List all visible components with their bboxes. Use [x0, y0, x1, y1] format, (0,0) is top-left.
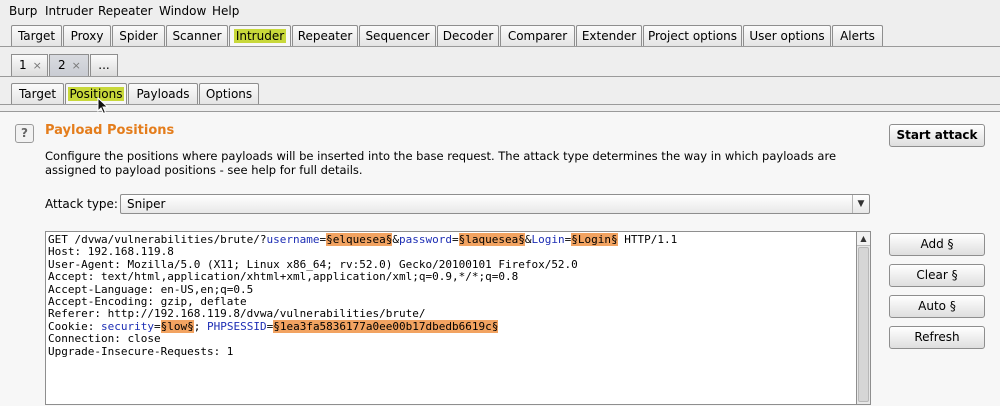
tab-user-options[interactable]: User options: [743, 25, 831, 46]
tab-row-divider: [0, 46, 1000, 47]
request-editor[interactable]: GET /dvwa/vulnerabilities/brute/?usernam…: [45, 231, 857, 405]
instance-row-divider: [0, 76, 1000, 77]
tab-label: Sequencer: [365, 29, 430, 43]
tab-label: Alerts: [840, 29, 875, 43]
refresh-button[interactable]: Refresh: [889, 326, 985, 349]
tab-label: Intruder: [233, 29, 287, 43]
tab-target[interactable]: Target: [11, 25, 62, 46]
payload-marker: §elquesea§: [326, 233, 393, 246]
payload-marker: §low§: [160, 319, 194, 333]
param-name: security: [100, 319, 154, 333]
header-line: Host: 192.168.119.8: [48, 245, 174, 259]
clear-markers-button[interactable]: Clear §: [889, 264, 985, 287]
param-separator: ;: [193, 319, 207, 333]
chevron-down-icon[interactable]: ▼: [852, 195, 869, 213]
request-path: GET /dvwa/vulnerabilities/brute/?: [48, 233, 267, 246]
close-icon[interactable]: ×: [72, 59, 81, 72]
tab-project-options[interactable]: Project options: [643, 25, 742, 46]
header-line: Connection: close: [48, 332, 161, 346]
tab-comparer[interactable]: Comparer: [500, 25, 575, 46]
scrollbar-thumb[interactable]: [858, 247, 869, 402]
attack-type-label: Attack type:: [45, 197, 118, 211]
equals-sign: =: [452, 233, 459, 246]
payload-marker: §laquesea§: [458, 233, 525, 246]
new-tab-button[interactable]: ...: [90, 54, 118, 76]
header-line: Upgrade-Insecure-Requests: 1: [48, 344, 234, 358]
tab-label: Extender: [581, 29, 637, 43]
tab-spider[interactable]: Spider: [112, 25, 165, 46]
tab-label: Scanner: [172, 29, 222, 43]
menu-intruder[interactable]: Intruder: [45, 4, 93, 18]
param-name: Login: [531, 233, 565, 246]
tab-label: Comparer: [507, 29, 568, 43]
section-title: Payload Positions: [45, 123, 175, 138]
subtab-payloads[interactable]: Payloads: [128, 83, 198, 104]
section-description: Configure the positions where payloads w…: [45, 149, 837, 177]
tab-intruder[interactable]: Intruder: [229, 25, 291, 46]
tab-label: Project options: [647, 29, 738, 43]
tab-scanner[interactable]: Scanner: [166, 25, 228, 46]
attack-type-select[interactable]: Sniper ▼: [120, 194, 870, 214]
subtab-row-divider: [0, 104, 1000, 105]
start-attack-button[interactable]: Start attack: [889, 124, 985, 147]
scroll-up-icon[interactable]: ▲: [857, 232, 870, 246]
param-name: password: [399, 233, 452, 246]
tab-label: Repeater: [297, 29, 353, 43]
tab-label: Decoder: [442, 29, 494, 43]
menu-burp[interactable]: Burp: [9, 4, 37, 18]
tab-decoder[interactable]: Decoder: [437, 25, 499, 46]
param-name: PHPSESSID: [206, 319, 267, 333]
header-line: Accept: text/html,application/xhtml+xml,…: [48, 270, 519, 284]
tab-label: Positions: [67, 87, 125, 101]
close-icon[interactable]: ×: [33, 59, 42, 72]
tab-label: User options: [749, 29, 825, 43]
menu-help[interactable]: Help: [212, 4, 239, 18]
tab-label: Target: [18, 87, 57, 101]
request-text: GET /dvwa/vulnerabilities/brute/?usernam…: [48, 233, 678, 358]
instance-tab-label: 2: [58, 58, 66, 72]
auto-markers-button[interactable]: Auto §: [889, 295, 985, 318]
mouse-cursor-icon: [97, 97, 109, 115]
tab-alerts[interactable]: Alerts: [832, 25, 883, 46]
new-tab-label: ...: [98, 58, 110, 72]
tab-label: Proxy: [70, 29, 104, 43]
equals-sign: =: [153, 319, 161, 333]
cookie-prefix: Cookie:: [48, 319, 101, 333]
subtab-positions[interactable]: Positions: [65, 83, 127, 104]
tab-label: Options: [205, 87, 253, 101]
instance-tab-2[interactable]: 2 ×: [49, 54, 89, 76]
menu-repeater[interactable]: Repeater: [98, 4, 153, 18]
http-version: HTTP/1.1: [617, 233, 678, 246]
help-icon[interactable]: ?: [15, 124, 34, 143]
payload-marker: §Login§: [571, 233, 618, 246]
subtab-target[interactable]: Target: [11, 83, 64, 104]
add-marker-button[interactable]: Add §: [889, 233, 985, 256]
param-name: username: [266, 233, 320, 246]
attack-type-value: Sniper: [127, 197, 166, 211]
instance-tab-1[interactable]: 1 ×: [11, 54, 48, 76]
editor-scrollbar[interactable]: ▲: [857, 231, 871, 405]
tab-repeater[interactable]: Repeater: [292, 25, 358, 46]
menu-bar: Burp Intruder Repeater Window Help: [0, 0, 1000, 22]
tab-proxy[interactable]: Proxy: [63, 25, 111, 46]
instance-tab-label: 1: [19, 58, 27, 72]
tab-sequencer[interactable]: Sequencer: [359, 25, 436, 46]
tab-extender[interactable]: Extender: [576, 25, 642, 46]
subtab-options[interactable]: Options: [199, 83, 259, 104]
tab-label: Payloads: [136, 87, 190, 101]
tab-label: Target: [17, 29, 56, 43]
tab-label: Spider: [119, 29, 158, 43]
payload-marker: §1ea3fa5836177a0ee00b17dbedb6619c§: [273, 319, 499, 333]
menu-window[interactable]: Window: [159, 4, 206, 18]
